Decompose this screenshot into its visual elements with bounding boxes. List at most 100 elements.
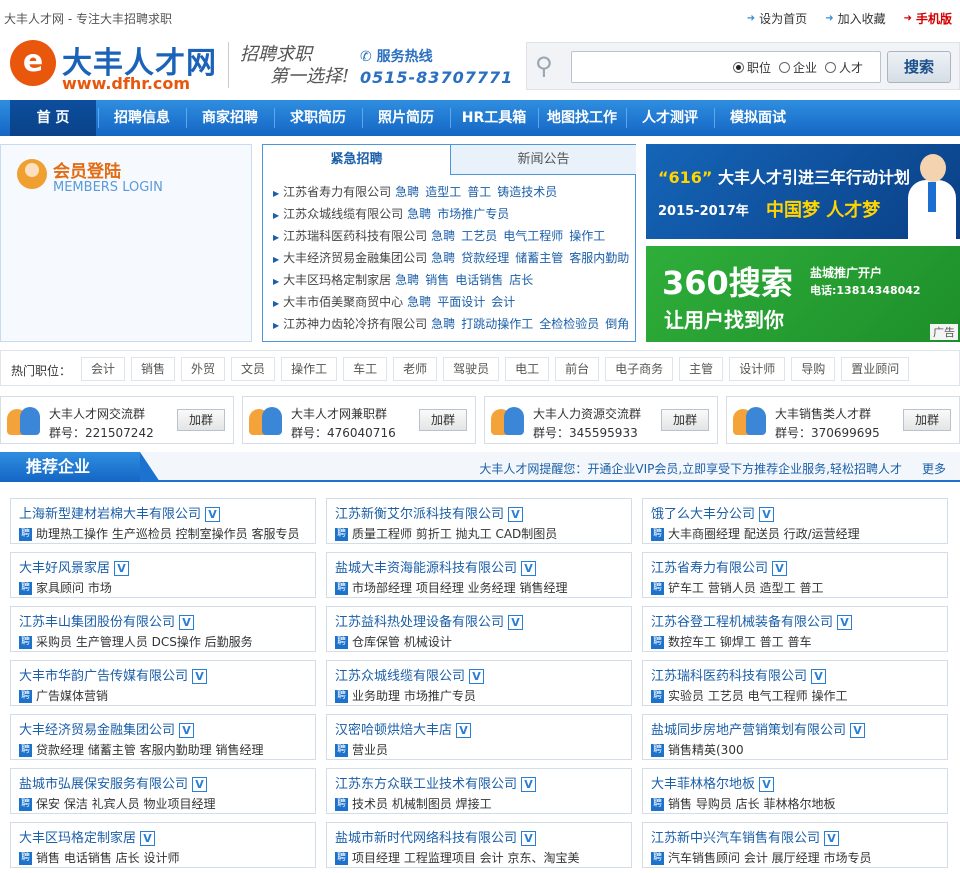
hot-tag[interactable]: 文员 <box>231 357 276 381</box>
company-jobs[interactable]: 聘广告媒体营销 <box>19 687 313 704</box>
company-name-link[interactable]: 江苏省寿力有限公司 V <box>651 557 788 576</box>
company-jobs[interactable]: 聘保安 保洁 礼宾人员 物业项目经理 <box>19 795 313 812</box>
hot-tag[interactable]: 导购 <box>791 357 836 381</box>
company-jobs[interactable]: 聘采购员 生产管理人员 DCS操作 后勤服务 <box>19 633 313 650</box>
recommended-section-header: 推荐企业 大丰人才网提醒您：开通企业VIP会员,立即享受下方推荐企业服务,轻松招… <box>0 452 960 482</box>
hot-tag[interactable]: 电子商务 <box>605 357 674 381</box>
set-homepage-link[interactable]: ➜ 设为首页 <box>747 10 807 27</box>
hot-tag[interactable]: 驾驶员 <box>443 357 500 381</box>
logo-url: www.dfhr.com <box>62 74 191 93</box>
company-name-link[interactable]: 江苏新衡艾尔派科技有限公司 V <box>335 503 524 522</box>
company-name-link[interactable]: 大丰好风景家居 V <box>19 557 130 576</box>
hot-tag[interactable]: 操作工 <box>281 357 338 381</box>
list-item[interactable]: ▶ 江苏神力齿轮冷挤有限公司 急聘 打跳动操作工 全检检验员 倒角 <box>273 313 631 335</box>
company-card: 汉密哈顿烘焙大丰店 V 聘营业员 <box>326 714 632 760</box>
company-jobs[interactable]: 聘业务助理 市场推广专员 <box>335 687 629 704</box>
list-item[interactable]: ▶ 江苏省寿力有限公司 急聘 造型工 普工 铸造技术员 <box>273 181 631 203</box>
hot-tag[interactable]: 会计 <box>81 357 126 381</box>
nav-resumes[interactable]: 求职简历 <box>276 100 360 136</box>
search-button[interactable]: 搜索 <box>887 51 951 83</box>
radio-talent[interactable]: 人才 <box>825 59 863 76</box>
hot-tag[interactable]: 车工 <box>343 357 388 381</box>
company-jobs[interactable]: 聘销售精英(300 <box>651 741 945 758</box>
triangle-icon: ▶ <box>273 255 280 264</box>
list-item[interactable]: ▶ 江苏众城线缆有限公司 急聘 市场推广专员 <box>273 203 631 225</box>
company-card: 大丰区玛格定制家居 V 聘销售 电话销售 店长 设计师 <box>10 822 316 868</box>
banner-talent-plan[interactable]: “616” 大丰人才引进三年行动计划 2015-2017年 中国梦 人才梦 <box>646 144 960 240</box>
company-name-link[interactable]: 大丰菲林格尔地板 V <box>651 773 775 792</box>
add-favorite-link[interactable]: ➜ 加入收藏 <box>825 10 885 27</box>
company-name-link[interactable]: 江苏谷登工程机械装备有限公司 V <box>651 611 853 630</box>
tab-news[interactable]: 新闻公告 <box>451 145 636 175</box>
hot-tag[interactable]: 主管 <box>679 357 724 381</box>
nav-map-jobs[interactable]: 地图找工作 <box>540 100 624 136</box>
company-name-link[interactable]: 江苏新中兴汽车销售有限公司 V <box>651 827 840 846</box>
more-link[interactable]: 更多 <box>922 460 946 477</box>
company-jobs[interactable]: 聘质量工程师 剪折工 抛丸工 CAD制图员 <box>335 525 629 542</box>
company-name-link[interactable]: 大丰经济贸易金融集团公司 V <box>19 719 195 738</box>
banner-360-ad[interactable]: 360搜索 盐城推广开户 电话:13814348042 让用户找到你 广告 <box>646 246 960 342</box>
nav-assessment[interactable]: 人才测评 <box>628 100 712 136</box>
company-name-link[interactable]: 饿了么大丰分公司 V <box>651 503 775 522</box>
logo-icon[interactable]: e <box>10 40 56 86</box>
mobile-version-link[interactable]: ➜ 手机版 <box>904 10 952 27</box>
vip-notice[interactable]: 大丰人才网提醒您：开通企业VIP会员,立即享受下方推荐企业服务,轻松招聘人才 <box>479 460 902 477</box>
list-item[interactable]: ▶ 大丰区玛格定制家居 急聘 销售 电话销售 店长 <box>273 269 631 291</box>
company-jobs[interactable]: 聘实验员 工艺员 电气工程师 操作工 <box>651 687 945 704</box>
hot-tag[interactable]: 设计师 <box>729 357 786 381</box>
nav-jobs[interactable]: 招聘信息 <box>100 100 184 136</box>
company-name-link[interactable]: 江苏益科热处理设备有限公司 V <box>335 611 524 630</box>
company-name-link[interactable]: 江苏瑞科医药科技有限公司 V <box>651 665 827 684</box>
company-jobs[interactable]: 聘仓库保管 机械设计 <box>335 633 629 650</box>
company-jobs[interactable]: 聘销售 导购员 店长 菲林格尔地板 <box>651 795 945 812</box>
join-group-button[interactable]: 加群 <box>903 409 951 431</box>
company-jobs[interactable]: 聘销售 电话销售 店长 设计师 <box>19 849 313 866</box>
company-name-link[interactable]: 盐城大丰资海能源科技有限公司 V <box>335 557 537 576</box>
nav-photo-resumes[interactable]: 照片简历 <box>364 100 448 136</box>
hot-tag[interactable]: 销售 <box>131 357 176 381</box>
company-name-link[interactable]: 大丰区玛格定制家居 V <box>19 827 156 846</box>
company-jobs[interactable]: 聘贷款经理 储蓄主管 客服内勤助理 销售经理 <box>19 741 313 758</box>
hot-tag[interactable]: 前台 <box>555 357 600 381</box>
company-name-link[interactable]: 盐城市弘展保安服务有限公司 V <box>19 773 208 792</box>
group-users-icon <box>249 405 283 437</box>
company-card: 盐城同步房地产营销策划有限公司 V 聘销售精英(300 <box>642 714 948 760</box>
company-jobs[interactable]: 聘市场部经理 项目经理 业务经理 销售经理 <box>335 579 629 596</box>
join-group-button[interactable]: 加群 <box>419 409 467 431</box>
login-title[interactable]: 会员登陆 <box>53 157 121 182</box>
radio-company[interactable]: 企业 <box>779 59 817 76</box>
company-jobs[interactable]: 聘技术员 机械制图员 焊接工 <box>335 795 629 812</box>
company-name-link[interactable]: 江苏众城线缆有限公司 V <box>335 665 485 684</box>
company-name-link[interactable]: 大丰市华韵广告传媒有限公司 V <box>19 665 208 684</box>
company-name-link[interactable]: 汉密哈顿烘焙大丰店 V <box>335 719 472 738</box>
company-name-link[interactable]: 江苏东方众联工业技术有限公司 V <box>335 773 537 792</box>
company-jobs[interactable]: 聘项目经理 工程监理项目 会计 京东、淘宝美 <box>335 849 629 866</box>
company-jobs[interactable]: 聘汽车销售顾问 会计 展厅经理 市场专员 <box>651 849 945 866</box>
triangle-icon: ▶ <box>273 211 280 220</box>
company-name-link[interactable]: 盐城同步房地产营销策划有限公司 V <box>651 719 866 738</box>
company-name-link[interactable]: 江苏丰山集团股份有限公司 V <box>19 611 195 630</box>
hot-tag[interactable]: 老师 <box>393 357 438 381</box>
hot-tag[interactable]: 电工 <box>505 357 550 381</box>
list-item[interactable]: ▶ 江苏瑞科医药科技有限公司 急聘 工艺员 电气工程师 操作工 <box>273 225 631 247</box>
company-jobs[interactable]: 聘铲车工 营销人员 造型工 普工 <box>651 579 945 596</box>
join-group-button[interactable]: 加群 <box>177 409 225 431</box>
radio-job[interactable]: 职位 <box>733 59 771 76</box>
hot-tag[interactable]: 置业顾问 <box>841 357 910 381</box>
hot-tag[interactable]: 外贸 <box>181 357 226 381</box>
company-name-link[interactable]: 盐城市新时代网络科技有限公司 V <box>335 827 537 846</box>
company-jobs[interactable]: 聘营业员 <box>335 741 629 758</box>
company-jobs[interactable]: 聘家具顾问 市场 <box>19 579 313 596</box>
company-jobs[interactable]: 聘助理热工操作 生产巡检员 控制室操作员 客服专员 <box>19 525 313 542</box>
nav-mock-interview[interactable]: 模拟面试 <box>716 100 800 136</box>
nav-home[interactable]: 首 页 <box>10 100 96 136</box>
list-item[interactable]: ▶ 大丰市佰美聚商贸中心 急聘 平面设计 会计 <box>273 291 631 313</box>
nav-merchant-jobs[interactable]: 商家招聘 <box>188 100 272 136</box>
nav-hr-tools[interactable]: HR工具箱 <box>452 100 536 136</box>
join-group-button[interactable]: 加群 <box>661 409 709 431</box>
list-item[interactable]: ▶ 大丰经济贸易金融集团公司 急聘 贷款经理 储蓄主管 客服内勤助 <box>273 247 631 269</box>
tab-urgent[interactable]: 紧急招聘 <box>263 145 451 175</box>
company-name-link[interactable]: 上海新型建材岩棉大丰有限公司 V <box>19 503 221 522</box>
company-jobs[interactable]: 聘大丰商圈经理 配送员 行政/运营经理 <box>651 525 945 542</box>
company-jobs[interactable]: 聘数控车工 铆焊工 普工 普车 <box>651 633 945 650</box>
